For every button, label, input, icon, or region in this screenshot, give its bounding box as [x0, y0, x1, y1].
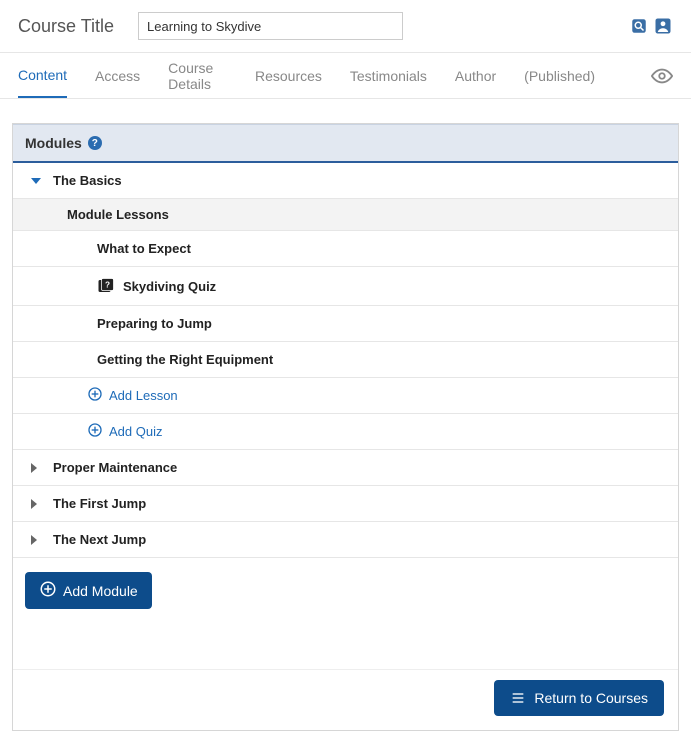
- course-title-input[interactable]: [138, 12, 403, 40]
- module-row-proper-maintenance[interactable]: Proper Maintenance: [13, 450, 678, 486]
- chevron-right-icon: [31, 463, 37, 473]
- return-to-courses-button[interactable]: Return to Courses: [494, 680, 664, 716]
- lesson-title: Preparing to Jump: [97, 316, 212, 331]
- add-quiz-label: Add Quiz: [109, 424, 162, 439]
- lesson-row[interactable]: What to Expect: [13, 231, 678, 267]
- module-title: The Next Jump: [53, 532, 146, 547]
- tab-testimonials[interactable]: Testimonials: [350, 53, 427, 98]
- module-row-first-jump[interactable]: The First Jump: [13, 486, 678, 522]
- tab-resources[interactable]: Resources: [255, 53, 322, 98]
- add-module-button[interactable]: Add Module: [25, 572, 152, 609]
- module-title: The First Jump: [53, 496, 146, 511]
- tab-content[interactable]: Content: [18, 53, 67, 98]
- chevron-right-icon: [31, 535, 37, 545]
- module-title: Proper Maintenance: [53, 460, 177, 475]
- module-item: Proper Maintenance: [13, 450, 678, 486]
- module-item: The First Jump: [13, 486, 678, 522]
- lesson-row-quiz[interactable]: ? Skydiving Quiz: [13, 267, 678, 306]
- quiz-icon: ?: [97, 277, 115, 295]
- module-lessons-header: Module Lessons: [13, 199, 678, 231]
- module-row-the-basics[interactable]: The Basics: [13, 163, 678, 199]
- content-area: Modules ? The Basics Module Lessons What…: [0, 99, 691, 745]
- lesson-row[interactable]: Preparing to Jump: [13, 306, 678, 342]
- module-item: The Basics Module Lessons What to Expect…: [13, 163, 678, 450]
- lesson-title: What to Expect: [97, 241, 191, 256]
- modules-panel: Modules ? The Basics Module Lessons What…: [12, 123, 679, 731]
- return-label: Return to Courses: [534, 690, 648, 706]
- plus-circle-icon: [87, 422, 103, 441]
- plus-circle-icon: [87, 386, 103, 405]
- tab-author[interactable]: Author: [455, 53, 496, 98]
- modules-title: Modules: [25, 135, 82, 151]
- add-quiz-button[interactable]: Add Quiz: [13, 414, 678, 450]
- help-icon[interactable]: ?: [88, 136, 102, 150]
- tab-published: (Published): [524, 53, 595, 98]
- tab-access[interactable]: Access: [95, 53, 140, 98]
- plus-circle-icon: [39, 580, 57, 601]
- list-icon: [510, 690, 526, 706]
- modules-panel-header: Modules ?: [13, 124, 678, 163]
- module-item: The Next Jump: [13, 522, 678, 558]
- lesson-title: Getting the Right Equipment: [97, 352, 273, 367]
- header-icons: [629, 16, 673, 36]
- module-title: The Basics: [53, 173, 122, 188]
- svg-text:?: ?: [105, 281, 110, 290]
- module-row-next-jump[interactable]: The Next Jump: [13, 522, 678, 558]
- tab-course-details[interactable]: Course Details: [168, 53, 227, 98]
- footer-bar: Return to Courses: [13, 669, 678, 730]
- add-module-label: Add Module: [63, 583, 138, 599]
- user-icon[interactable]: [653, 16, 673, 36]
- lesson-title: Skydiving Quiz: [123, 279, 216, 294]
- lesson-row[interactable]: Getting the Right Equipment: [13, 342, 678, 378]
- header: Course Title: [0, 0, 691, 53]
- course-title-label: Course Title: [18, 16, 114, 37]
- add-lesson-button[interactable]: Add Lesson: [13, 378, 678, 414]
- preview-icon[interactable]: [651, 65, 673, 87]
- chevron-down-icon: [31, 178, 41, 184]
- chevron-right-icon: [31, 499, 37, 509]
- tabs: Content Access Course Details Resources …: [0, 53, 691, 99]
- add-lesson-label: Add Lesson: [109, 388, 178, 403]
- search-icon[interactable]: [629, 16, 649, 36]
